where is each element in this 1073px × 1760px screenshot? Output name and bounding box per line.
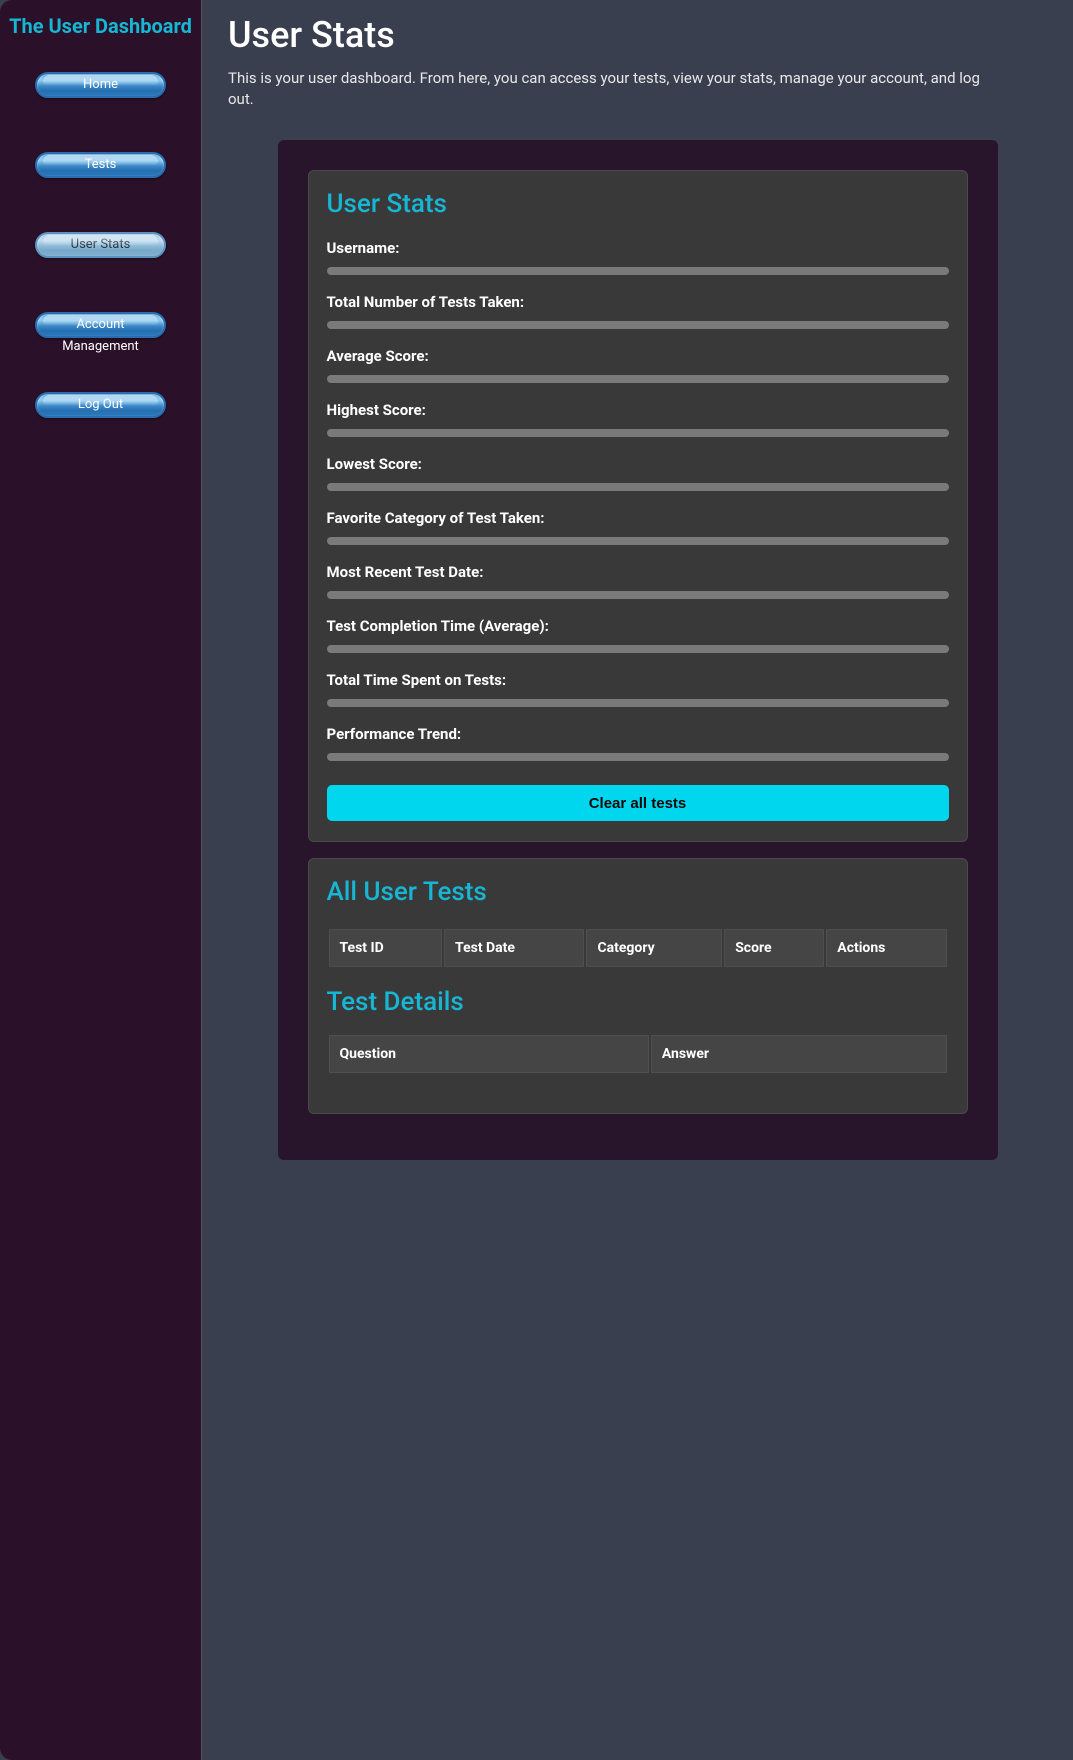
clear-all-tests-button[interactable]: Clear all tests [327, 785, 949, 821]
stat-total-tests: Total Number of Tests Taken: [327, 293, 949, 329]
stat-performance-trend: Performance Trend: [327, 725, 949, 761]
stat-label: Favorite Category of Test Taken: [327, 509, 949, 527]
sidebar-title: The User Dashboard [0, 10, 201, 44]
stat-progress [327, 591, 949, 599]
user-stats-card: User Stats Username: Total Number of Tes… [308, 170, 968, 842]
stat-total-time: Total Time Spent on Tests: [327, 671, 949, 707]
tests-col-date: Test Date [444, 929, 584, 967]
stat-label: Test Completion Time (Average): [327, 617, 949, 635]
nav-tests[interactable]: Tests [35, 152, 166, 178]
page-description: This is your user dashboard. From here, … [228, 68, 988, 110]
stat-label: Lowest Score: [327, 455, 949, 473]
stat-progress [327, 483, 949, 491]
stat-completion-time: Test Completion Time (Average): [327, 617, 949, 653]
stat-label: Username: [327, 239, 949, 257]
tests-col-actions: Actions [826, 929, 946, 967]
dashboard-card: User Stats Username: Total Number of Tes… [278, 140, 998, 1160]
tests-col-category: Category [586, 929, 722, 967]
stat-progress [327, 645, 949, 653]
stat-progress [327, 375, 949, 383]
stat-progress [327, 321, 949, 329]
stat-progress [327, 753, 949, 761]
nav-user-stats[interactable]: User Stats [35, 232, 166, 258]
page-title: User Stats [228, 14, 1047, 56]
tests-col-id: Test ID [329, 929, 443, 967]
tests-col-score: Score [724, 929, 824, 967]
stat-favorite-category: Favorite Category of Test Taken: [327, 509, 949, 545]
stat-lowest-score: Lowest Score: [327, 455, 949, 491]
main-content: User Stats This is your user dashboard. … [202, 0, 1073, 1760]
all-user-tests-heading: All User Tests [327, 877, 949, 907]
nav-logout[interactable]: Log Out [35, 392, 166, 418]
stat-progress [327, 699, 949, 707]
stat-label: Total Time Spent on Tests: [327, 671, 949, 689]
stat-progress [327, 429, 949, 437]
nav-home[interactable]: Home [35, 72, 166, 98]
stat-label: Most Recent Test Date: [327, 563, 949, 581]
stat-username: Username: [327, 239, 949, 275]
stat-highest-score: Highest Score: [327, 401, 949, 437]
sidebar: The User Dashboard Home Tests User Stats… [0, 0, 202, 1760]
details-col-answer: Answer [651, 1035, 947, 1073]
user-stats-heading: User Stats [327, 189, 949, 219]
stat-recent-date: Most Recent Test Date: [327, 563, 949, 599]
all-user-tests-card: All User Tests Test ID Test Date Categor… [308, 858, 968, 1114]
nav-account-management[interactable]: Account Management [35, 312, 166, 338]
stat-label: Highest Score: [327, 401, 949, 419]
stat-label: Total Number of Tests Taken: [327, 293, 949, 311]
stat-label: Average Score: [327, 347, 949, 365]
stat-average-score: Average Score: [327, 347, 949, 383]
test-details-table: Question Answer [327, 1033, 949, 1075]
stat-progress [327, 537, 949, 545]
stat-progress [327, 267, 949, 275]
details-col-question: Question [329, 1035, 649, 1073]
tests-table: Test ID Test Date Category Score Actions [327, 927, 949, 969]
test-details-heading: Test Details [327, 987, 949, 1017]
sidebar-nav: Home Tests User Stats Account Management… [0, 72, 201, 418]
stat-label: Performance Trend: [327, 725, 949, 743]
